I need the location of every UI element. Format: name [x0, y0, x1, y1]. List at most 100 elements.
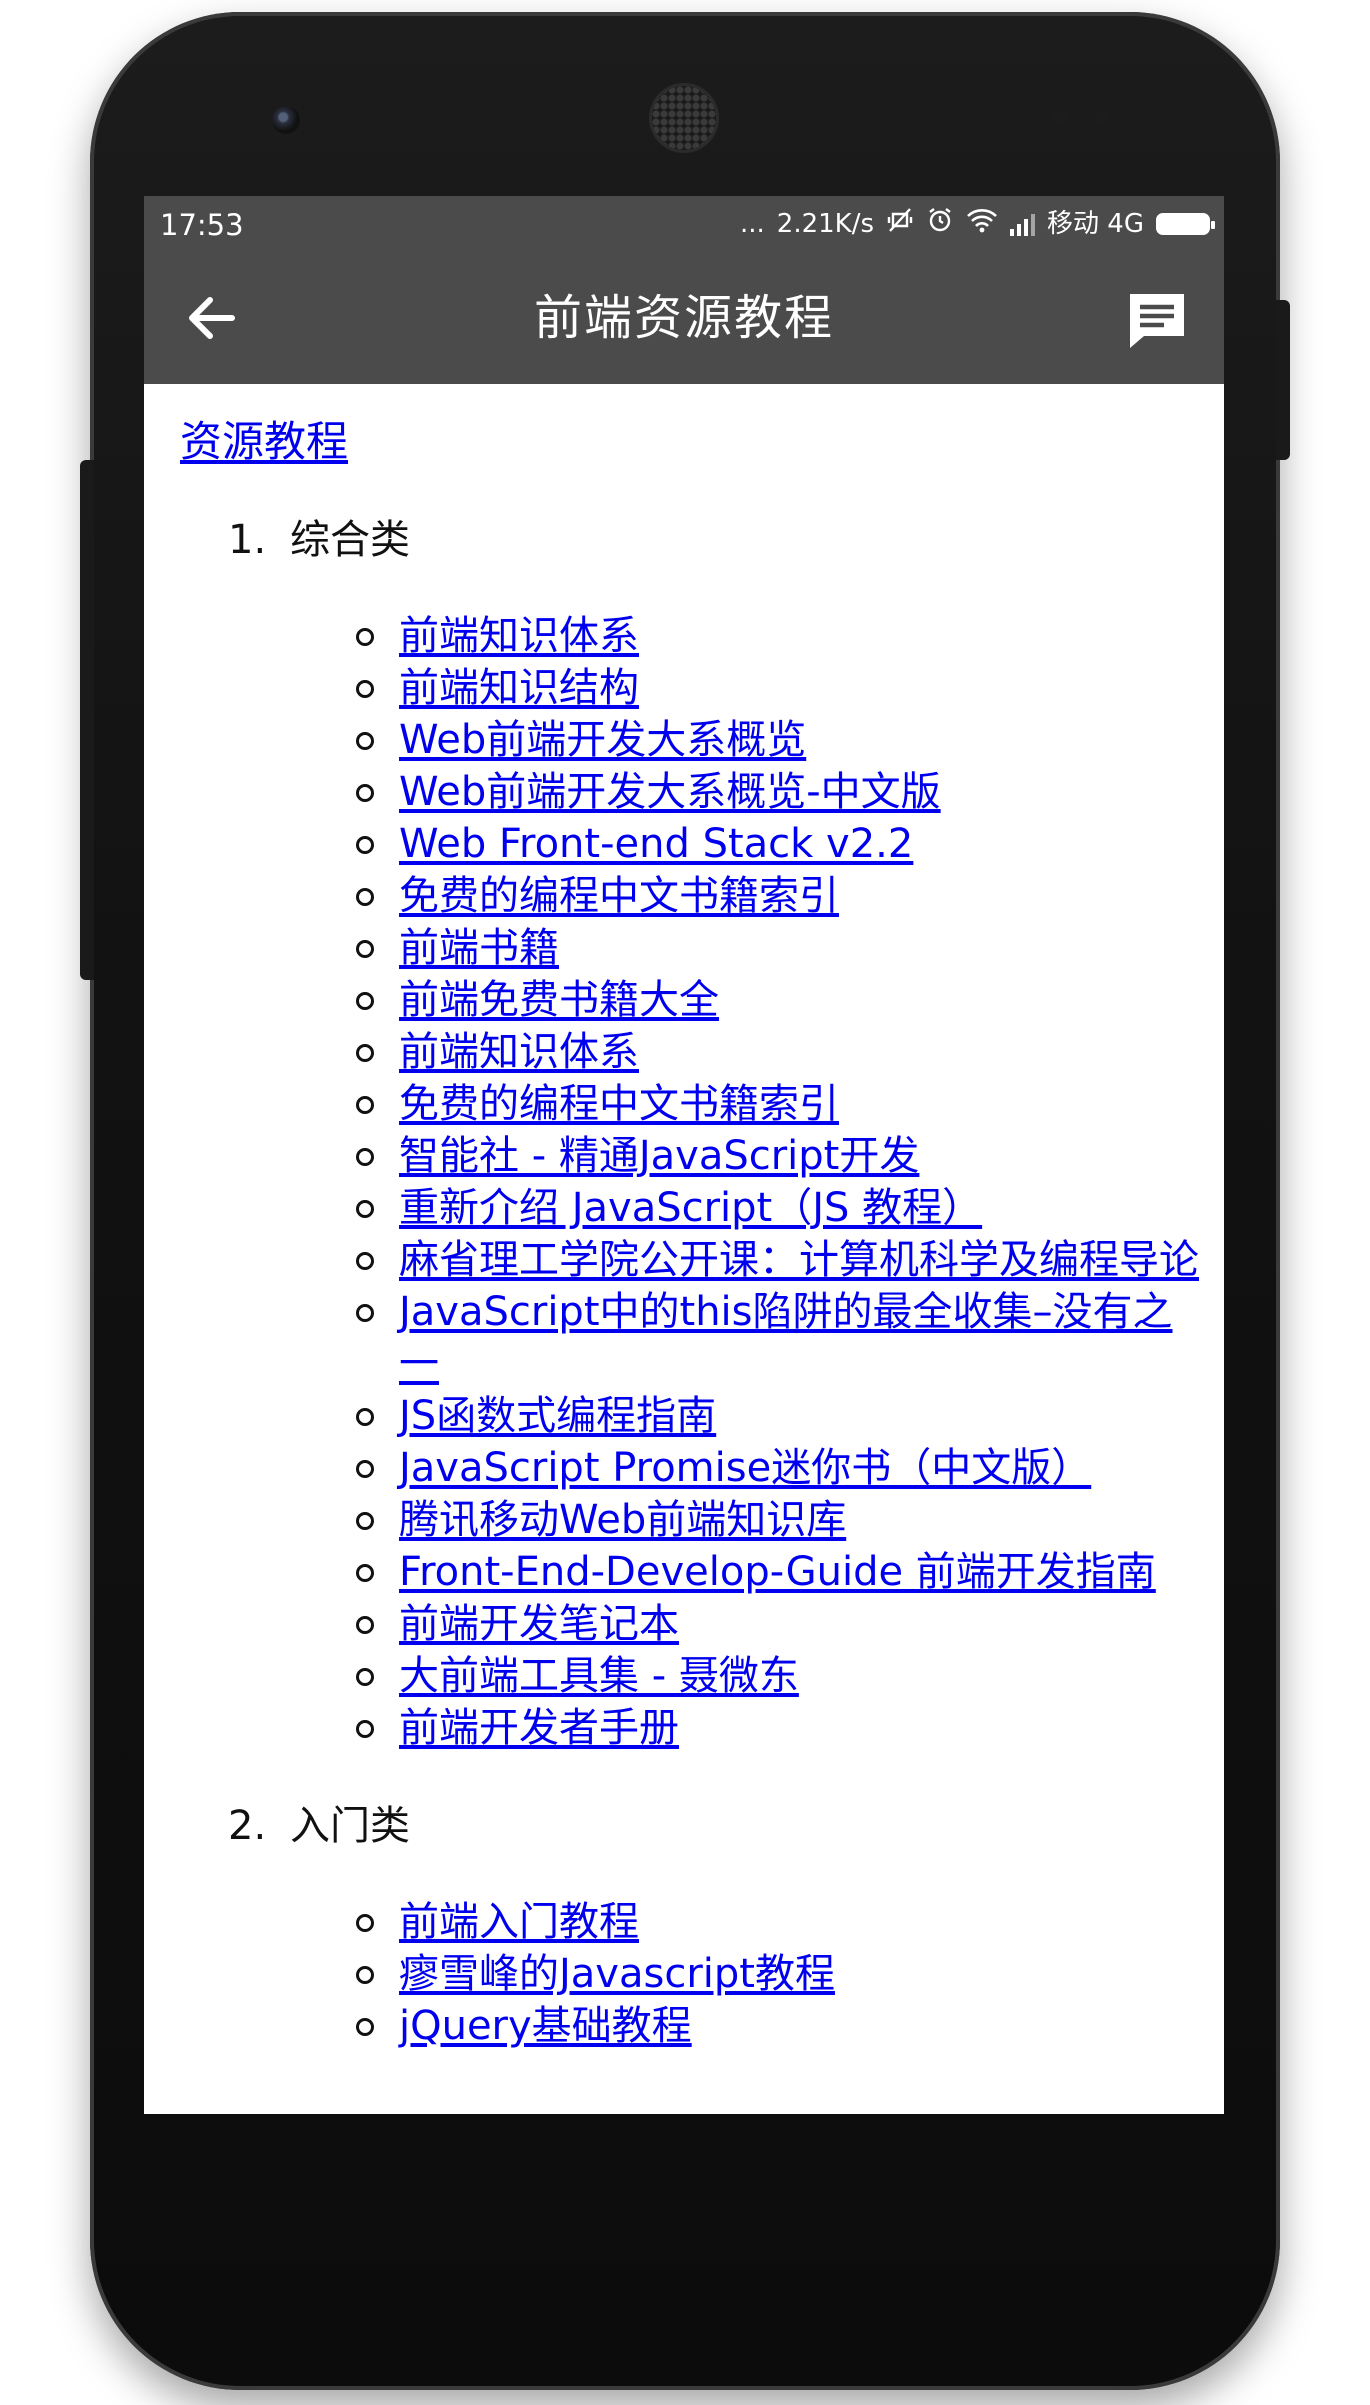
list-item: 前端开发者手册: [180, 1702, 1200, 1754]
item-link[interactable]: 前端书籍: [399, 925, 559, 971]
resource-tutorial-link[interactable]: 资源教程: [180, 416, 1200, 468]
bullet-icon: [356, 836, 374, 854]
item-link[interactable]: 腾讯移动Web前端知识库: [399, 1497, 846, 1543]
status-bar: 17:53 ... 2.21K/s 移动 4G: [144, 196, 1224, 252]
bullet-icon: [356, 1512, 374, 1530]
proximity-sensor: [1052, 110, 1068, 126]
item-link[interactable]: 免费的编程中文书籍索引: [399, 1081, 839, 1127]
section-title: 综合类: [290, 517, 410, 563]
screen: 17:53 ... 2.21K/s 移动 4G 前端资源教程 资源教程 1. 综…: [144, 196, 1224, 2114]
item-link[interactable]: 免费的编程中文书籍索引: [399, 873, 839, 919]
status-indicators: ... 2.21K/s 移动 4G: [739, 206, 1215, 241]
bullet-icon: [356, 732, 374, 750]
list-item: Web Front-end Stack v2.2: [180, 818, 1200, 870]
bullet-icon: [356, 1668, 374, 1686]
bullet-icon: [356, 1720, 374, 1738]
section-number: 2.: [228, 1803, 267, 1849]
general-link-list: 前端知识体系 前端知识结构 Web前端开发大系概览 Web前端开发大系概览-中文…: [180, 610, 1200, 1754]
bullet-icon: [356, 2018, 374, 2036]
item-link[interactable]: 麻省理工学院公开课：计算机科学及编程导论: [399, 1237, 1199, 1283]
wifi-icon: [966, 207, 998, 240]
bullet-icon: [356, 1200, 374, 1218]
list-item: 前端知识体系: [180, 610, 1200, 662]
item-link[interactable]: 前端知识体系: [399, 613, 639, 659]
battery-icon: [1156, 212, 1215, 235]
list-item: Web前端开发大系概览-中文版: [180, 766, 1200, 818]
item-link[interactable]: Web前端开发大系概览-中文版: [399, 769, 941, 815]
list-item: JS函数式编程指南: [180, 1390, 1200, 1442]
item-link[interactable]: 前端开发笔记本: [399, 1601, 679, 1647]
page-title: 前端资源教程: [533, 290, 834, 346]
section-number: 1.: [228, 517, 267, 563]
list-item: 瘳雪峰的Javascript教程: [180, 1948, 1200, 2000]
network-speed: 2.21K/s: [776, 208, 875, 239]
item-link[interactable]: JavaScript Promise迷你书（中文版）: [399, 1445, 1091, 1491]
page-content: 资源教程 1. 综合类 前端知识体系 前端知识结构 Web前端开发大系概览 Web…: [180, 416, 1200, 2052]
list-item: 前端开发笔记本: [180, 1598, 1200, 1650]
item-link[interactable]: jQuery基础教程: [399, 2003, 692, 2049]
list-item: 前端入门教程: [180, 1896, 1200, 1948]
bullet-icon: [356, 1304, 374, 1322]
bullet-icon: [356, 1616, 374, 1634]
item-link[interactable]: 瘳雪峰的Javascript教程: [399, 1951, 835, 1997]
section-heading-general: 1. 综合类: [228, 514, 1200, 566]
item-link[interactable]: 前端知识体系: [399, 1029, 639, 1075]
bullet-icon: [356, 1148, 374, 1166]
light-sensor: [1094, 110, 1110, 126]
message-button[interactable]: [1126, 290, 1188, 350]
section-title: 入门类: [290, 1803, 410, 1849]
bullet-icon: [356, 888, 374, 906]
item-link[interactable]: JS函数式编程指南: [399, 1393, 716, 1439]
item-link[interactable]: 前端入门教程: [399, 1899, 639, 1945]
alarm-icon: [926, 206, 954, 241]
volume-button: [80, 460, 94, 980]
status-dots: ...: [739, 208, 765, 239]
list-item: 前端书籍: [180, 922, 1200, 974]
item-link[interactable]: 智能社 - 精通JavaScript开发: [399, 1133, 919, 1179]
item-link[interactable]: JavaScript中的this陷阱的最全收集–没有之一: [399, 1289, 1173, 1387]
bullet-icon: [356, 1966, 374, 1984]
item-link[interactable]: 重新介绍 JavaScript（JS 教程）: [399, 1185, 982, 1231]
list-item: 腾讯移动Web前端知识库: [180, 1494, 1200, 1546]
signal-icon: [1010, 212, 1036, 236]
item-link[interactable]: Web前端开发大系概览: [399, 717, 806, 763]
section-heading-beginner: 2. 入门类: [228, 1800, 1200, 1852]
list-item: 麻省理工学院公开课：计算机科学及编程导论: [180, 1234, 1200, 1286]
list-item: JavaScript Promise迷你书（中文版）: [180, 1442, 1200, 1494]
earpiece-speaker: [652, 86, 716, 150]
bullet-icon: [356, 992, 374, 1010]
list-item: 前端免费书籍大全: [180, 974, 1200, 1026]
item-link[interactable]: 前端免费书籍大全: [399, 977, 719, 1023]
beginner-link-list: 前端入门教程 瘳雪峰的Javascript教程 jQuery基础教程: [180, 1896, 1200, 2052]
list-item: 大前端工具集 - 聂微东: [180, 1650, 1200, 1702]
status-time: 17:53: [160, 208, 244, 242]
list-item: 免费的编程中文书籍索引: [180, 870, 1200, 922]
bullet-icon: [356, 940, 374, 958]
list-item: 前端知识结构: [180, 662, 1200, 714]
list-item: Front-End-Develop-Guide 前端开发指南: [180, 1546, 1200, 1598]
bullet-icon: [356, 1044, 374, 1062]
bullet-icon: [356, 1914, 374, 1932]
bullet-icon: [356, 1252, 374, 1270]
list-item: 免费的编程中文书籍索引: [180, 1078, 1200, 1130]
list-item: Web前端开发大系概览: [180, 714, 1200, 766]
list-item: jQuery基础教程: [180, 2000, 1200, 2052]
bullet-icon: [356, 680, 374, 698]
bullet-icon: [356, 628, 374, 646]
bullet-icon: [356, 1564, 374, 1582]
list-item: 智能社 - 精通JavaScript开发: [180, 1130, 1200, 1182]
bullet-icon: [356, 1408, 374, 1426]
message-icon: [1130, 294, 1184, 348]
item-link[interactable]: 前端开发者手册: [399, 1705, 679, 1751]
item-link[interactable]: Front-End-Develop-Guide 前端开发指南: [399, 1549, 1156, 1595]
app-toolbar: 前端资源教程: [144, 252, 1224, 384]
bullet-icon: [356, 1096, 374, 1114]
item-link[interactable]: 前端知识结构: [399, 665, 639, 711]
vibrate-mute-icon: [886, 206, 914, 241]
carrier-label: 移动 4G: [1047, 208, 1144, 239]
item-link[interactable]: 大前端工具集 - 聂微东: [399, 1653, 799, 1699]
list-item: 重新介绍 JavaScript（JS 教程）: [180, 1182, 1200, 1234]
power-button: [1276, 300, 1290, 460]
item-link[interactable]: Web Front-end Stack v2.2: [399, 821, 913, 867]
list-item: 前端知识体系: [180, 1026, 1200, 1078]
